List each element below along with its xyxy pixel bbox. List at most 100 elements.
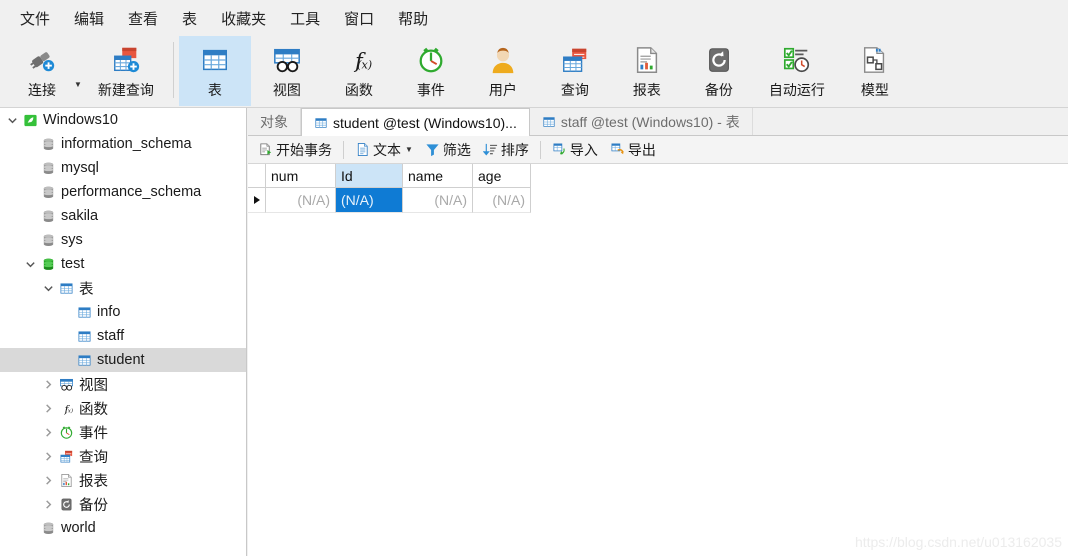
tree-item-windows10[interactable]: Windows10 [0, 108, 246, 132]
action-label: 导出 [627, 141, 656, 158]
action-sort[interactable]: 排序 [477, 138, 535, 162]
toolbar-button-automation[interactable]: 自动运行 [755, 36, 839, 106]
chevron-right-icon[interactable] [40, 475, 56, 486]
data-grid[interactable]: num Id name age (N/A) (N/A) (N/A) (N/A) [248, 164, 1068, 213]
grid-cell-name[interactable]: (N/A) [403, 188, 473, 213]
tree-item-label: 函数 [79, 401, 108, 418]
database-gray-icon [38, 209, 58, 224]
database-gray-icon [38, 233, 58, 248]
toolbar-button-backup[interactable]: 备份 [683, 36, 755, 106]
svg-text:(x): (x) [357, 58, 372, 71]
toolbar-button-function[interactable]: f (x) 函数 [323, 36, 395, 106]
toolbar-separator [172, 42, 174, 98]
grid-cell-id[interactable]: (N/A) [336, 188, 403, 213]
toolbar-button-user[interactable]: 用户 [467, 36, 539, 106]
toolbar-button-view[interactable]: 视图 [251, 36, 323, 106]
chevron-down-icon[interactable] [22, 259, 38, 270]
toolbar-button-label: 报表 [632, 82, 661, 98]
action-label: 导入 [569, 141, 598, 158]
toolbar-button-event[interactable]: 事件 [395, 36, 467, 106]
toolbar-button-label: 连接 [28, 82, 56, 98]
grid-column-header-num[interactable]: num [266, 164, 336, 188]
database-gray-icon [38, 137, 58, 152]
action-transaction[interactable]: 开始事务 [252, 138, 338, 162]
toolbar-button-query[interactable]: 查询 [539, 36, 611, 106]
grid-column-header-id[interactable]: Id [336, 164, 403, 188]
view-icon [56, 377, 76, 392]
action-text[interactable]: 文本 ▼ [349, 138, 419, 162]
grid-column-header-age[interactable]: age [473, 164, 531, 188]
tree-item--[interactable]: 报表 [0, 468, 246, 492]
grid-data-row[interactable]: (N/A) (N/A) (N/A) (N/A) [248, 188, 1068, 213]
tree-item--[interactable]: 事件 [0, 420, 246, 444]
object-tree-sidebar[interactable]: Windows10 information_schemamysql performa… [0, 108, 247, 556]
toolbar-button-label: 事件 [416, 82, 445, 98]
tab-objects[interactable]: 对象 [248, 108, 301, 135]
tree-item-student[interactable]: student [0, 348, 246, 372]
chevron-down-icon[interactable]: ▼ [405, 145, 413, 154]
watermark-text: https://blog.csdn.net/u013162035 [854, 534, 1062, 550]
tree-item-test[interactable]: test [0, 252, 246, 276]
tab-staff-table[interactable]: staff @test (Windows10) - 表 [529, 108, 753, 135]
menu-view[interactable]: 查看 [116, 4, 170, 33]
export-icon [610, 142, 625, 157]
tree-item-mysql[interactable]: mysql [0, 156, 246, 180]
grid-cell-num[interactable]: (N/A) [266, 188, 336, 213]
toolbar-button-new-query[interactable]: 新建查询 [84, 36, 168, 106]
chevron-right-icon[interactable] [40, 499, 56, 510]
chevron-down-icon[interactable] [4, 115, 20, 126]
toolbar-button-label: 函数 [344, 82, 373, 98]
toolbar-button-table[interactable]: 表 [178, 36, 251, 106]
database-gray-icon [38, 521, 58, 536]
backup-icon [704, 42, 734, 78]
tree-item--[interactable]: f (x) 函数 [0, 396, 246, 420]
tree-item-label: 备份 [79, 497, 108, 514]
grid-corner-cell[interactable] [248, 164, 266, 188]
chevron-down-icon[interactable] [40, 283, 56, 294]
chevron-right-icon[interactable] [40, 451, 56, 462]
action-export[interactable]: 导出 [604, 138, 662, 162]
toolbar-button-connection[interactable]: 连接 [6, 36, 78, 106]
menu-tools[interactable]: 工具 [278, 4, 332, 33]
tree-item-label: test [61, 256, 85, 272]
tree-item--[interactable]: 查询 [0, 444, 246, 468]
tab-label: student @test (Windows10)... [333, 114, 517, 131]
tree-item-sakila[interactable]: sakila [0, 204, 246, 228]
menu-favorites[interactable]: 收藏夹 [209, 4, 278, 33]
action-import[interactable]: 导入 [546, 138, 604, 162]
tab-student-table[interactable]: student @test (Windows10)... [301, 108, 530, 136]
chevron-right-icon[interactable] [40, 379, 56, 390]
menu-window[interactable]: 窗口 [332, 4, 386, 33]
toolbar-button-label: 视图 [272, 82, 301, 98]
tree-item-info[interactable]: info [0, 300, 246, 324]
action-filter[interactable]: 筛选 [419, 138, 477, 162]
new-query-icon [111, 42, 141, 78]
grid-column-header-name[interactable]: name [403, 164, 473, 188]
tree-item--[interactable]: 备份 [0, 492, 246, 516]
menu-table[interactable]: 表 [170, 4, 209, 33]
grid-cell-age[interactable]: (N/A) [473, 188, 531, 213]
toolbar-button-report[interactable]: 报表 [611, 36, 683, 106]
tree-item--[interactable]: 视图 [0, 372, 246, 396]
tree-item-label: information_schema [61, 136, 192, 152]
tree-item-label: 表 [79, 281, 94, 298]
menu-help[interactable]: 帮助 [386, 4, 440, 33]
tree-item-performance_schema[interactable]: performance_schema [0, 180, 246, 204]
report-icon [632, 42, 662, 78]
chevron-right-icon[interactable] [40, 403, 56, 414]
tree-item-staff[interactable]: staff [0, 324, 246, 348]
tree-item--[interactable]: 表 [0, 276, 246, 300]
tree-item-label: sakila [61, 208, 99, 224]
table-icon [200, 42, 230, 78]
tree-item-sys[interactable]: sys [0, 228, 246, 252]
chevron-right-icon[interactable] [40, 427, 56, 438]
tree-item-label: staff [97, 328, 125, 344]
function-icon: f (x) [56, 401, 76, 416]
menu-file[interactable]: 文件 [8, 4, 62, 33]
row-current-indicator-icon[interactable] [248, 188, 266, 213]
tree-item-world[interactable]: world [0, 516, 246, 540]
menu-edit[interactable]: 编辑 [62, 4, 116, 33]
grid-action-toolbar: 开始事务 文本 ▼ 筛选 排序 导入 导出 [248, 136, 1068, 164]
tree-item-information_schema[interactable]: information_schema [0, 132, 246, 156]
toolbar-button-model[interactable]: 模型 [839, 36, 911, 106]
